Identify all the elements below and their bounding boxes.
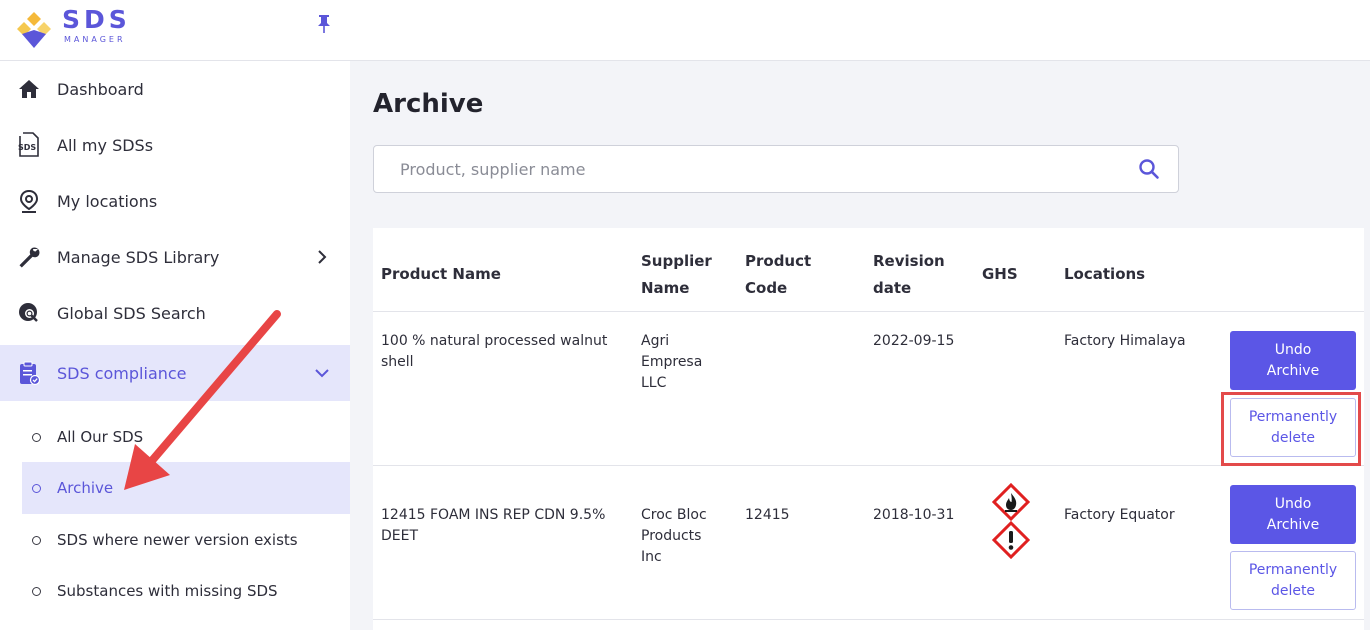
search-icon[interactable]: [1138, 158, 1160, 180]
sidebar: Dashboard SDS All my SDSs My locations M…: [0, 61, 350, 630]
sidebar-item-label: Manage SDS Library: [57, 247, 220, 267]
cell-product-code: 12415: [745, 507, 790, 523]
undo-archive-button[interactable]: Undo Archive: [1230, 331, 1356, 390]
header-locations: Locations: [1064, 265, 1146, 283]
subitem-label: SDS where newer version exists: [57, 531, 298, 549]
sidebar-item-my-locations[interactable]: My locations: [0, 173, 350, 229]
header-divider: [373, 311, 1364, 312]
highlight-box: [1221, 392, 1361, 466]
row-divider: [373, 465, 1364, 466]
header-ghs: GHS: [982, 265, 1018, 283]
undo-label-line2: Archive: [1266, 516, 1320, 533]
cell-revision-date: 2022-09-15: [873, 333, 955, 349]
bullet-icon: [32, 432, 41, 442]
button-label: Undo Archive: [1267, 494, 1319, 536]
header-supplier-name-line1: Supplier: [641, 252, 712, 270]
sds-manager-logo[interactable]: SDS MANAGER: [6, 4, 146, 50]
subitem-label: Archive: [57, 479, 114, 497]
cell-supplier-line1: Croc Bloc: [641, 507, 707, 523]
sidebar-item-label: All my SDSs: [57, 135, 154, 155]
subitem-all-our-sds[interactable]: All Our SDS: [22, 411, 350, 463]
top-bar: SDS MANAGER: [0, 0, 1370, 61]
subitem-missing-sds[interactable]: Substances with missing SDS: [22, 565, 350, 617]
undo-label-line2: Archive: [1266, 362, 1320, 379]
sidebar-item-label: My locations: [57, 191, 158, 211]
brand-name: SDS: [62, 5, 131, 34]
sidebar-item-all-my-sdss[interactable]: SDS All my SDSs: [0, 117, 350, 173]
bullet-icon: [32, 535, 41, 545]
location-pin-icon: [16, 188, 42, 214]
cell-supplier-line2: Empresa: [641, 354, 703, 370]
home-icon: [16, 76, 42, 102]
main-content: Archive Product Name Supplier Name Produ…: [350, 61, 1370, 630]
header-supplier-name-line2: Name: [641, 279, 690, 297]
button-label: Permanently delete: [1249, 560, 1337, 602]
clipboard-check-icon: [16, 360, 42, 386]
cell-revision-date: 2018-10-31: [873, 507, 955, 523]
search-input[interactable]: [400, 158, 1100, 180]
cell-location: Factory Equator: [1064, 507, 1175, 523]
cell-supplier-line2: Products: [641, 528, 702, 544]
page-title: Archive: [373, 89, 484, 119]
sidebar-item-label: Dashboard: [57, 79, 144, 99]
cell-location: Factory Himalaya: [1064, 333, 1186, 349]
brand-subtitle: MANAGER: [64, 35, 126, 44]
chevron-down-icon: [315, 369, 329, 378]
button-label: Undo Archive: [1267, 340, 1319, 382]
cell-supplier-line3: LLC: [641, 375, 667, 391]
header-product-code-line1: Product: [745, 252, 812, 270]
ghs-exclamation-icon: [992, 521, 1030, 559]
cell-supplier-line3: Inc: [641, 549, 662, 565]
cell-supplier-line1: Agri: [641, 333, 670, 349]
header-product-code-line2: Code: [745, 279, 788, 297]
header-revision-line1: Revision: [873, 252, 945, 270]
permanently-delete-button[interactable]: Permanently delete: [1230, 551, 1356, 610]
subitem-label: All Our SDS: [57, 428, 144, 446]
svg-text:SDS: SDS: [18, 143, 36, 152]
sidebar-item-label: SDS compliance: [57, 363, 187, 383]
sidebar-item-sds-compliance[interactable]: SDS compliance: [0, 345, 350, 401]
cell-product-name-line1: 100 % natural processed walnut: [381, 333, 608, 349]
sidebar-item-manage-sds-library[interactable]: Manage SDS Library: [0, 229, 350, 285]
header-revision-line2: date: [873, 279, 912, 297]
sds-file-icon: SDS: [16, 132, 42, 158]
bullet-icon: [32, 586, 41, 596]
subitem-label: Substances with missing SDS: [57, 582, 278, 600]
undo-label-line1: Undo: [1274, 341, 1312, 358]
bullet-icon: [32, 483, 41, 493]
search-box: [373, 145, 1179, 193]
chevron-right-icon: [318, 250, 327, 264]
sidebar-item-label: Global SDS Search: [57, 303, 206, 323]
cell-product-name-line2: shell: [381, 354, 414, 370]
cell-product-name-line1: 12415 FOAM INS REP CDN 9.5%: [381, 507, 606, 523]
delete-label-line2: delete: [1270, 582, 1316, 599]
cell-product-name-line2: DEET: [381, 528, 419, 544]
sidebar-item-global-sds-search[interactable]: Global SDS Search: [0, 285, 350, 341]
delete-label-line1: Permanently: [1248, 561, 1338, 578]
undo-label-line1: Undo: [1274, 495, 1312, 512]
sidebar-item-dashboard[interactable]: Dashboard: [0, 61, 350, 117]
row-divider: [373, 619, 1364, 620]
archive-table: Product Name Supplier Name Product Code …: [373, 228, 1364, 630]
pin-icon[interactable]: [316, 14, 332, 34]
subitem-sds-newer-version[interactable]: SDS where newer version exists: [22, 514, 350, 566]
globe-search-icon: [16, 300, 42, 326]
logo-diamond-icon: [17, 12, 51, 48]
header-product-name: Product Name: [381, 265, 501, 283]
ghs-flammable-icon: [992, 483, 1030, 521]
subitem-archive[interactable]: Archive: [22, 462, 350, 514]
undo-archive-button[interactable]: Undo Archive: [1230, 485, 1356, 544]
wrench-icon: [16, 244, 42, 270]
